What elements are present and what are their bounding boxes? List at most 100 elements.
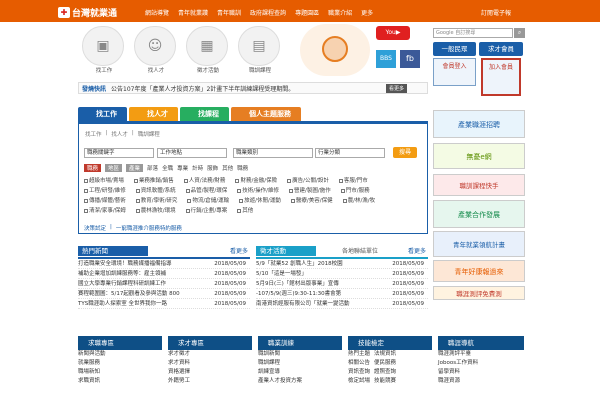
nav-item[interactable]: 青年就業讚 [178,8,208,17]
bottom-link[interactable]: 熱門主題 [348,350,370,359]
hero-find-job[interactable]: ▣ 找工作 [82,26,126,74]
bottom-link[interactable]: 產業人才投資方案 [258,377,342,386]
join-member-button[interactable]: 加入會員 [481,58,521,96]
employer-member-button[interactable]: 求才會員 [479,42,523,56]
events-more[interactable]: 看更多 [408,246,426,255]
bottom-block-certification: 技能檢定 熱門主題 相關公告 資訊查詢 檢定試場 法規資訊 便民服務 證照查詢 … [348,336,432,386]
quick-link[interactable]: 計時 [192,164,203,172]
quick-link[interactable]: 其他 [222,164,233,172]
news-more-button[interactable]: 看更多 [385,84,407,93]
quick-link[interactable]: 部落 [147,164,158,172]
search-button[interactable]: ⌕ [514,28,525,38]
list-item[interactable]: TYS職涯助人探索室 全世界我你一路 2018/05/09 [78,299,250,309]
nav-item[interactable]: 網站導覽 [145,8,169,17]
bottom-link[interactable]: 證照查詢 [374,368,396,377]
industry-select[interactable]: 行業分類 [315,148,385,158]
bottom-link[interactable]: 資訊查詢 [348,368,370,377]
site-logo[interactable]: ✚ 台灣就業通 [58,6,117,19]
tab-find-job[interactable]: 找工作 [78,107,127,121]
nav-item[interactable]: 青年職訓 [217,8,241,17]
bottom-link[interactable]: 職涯測評平臺 [438,350,524,359]
bottom-link[interactable]: 求職資訊 [78,377,162,386]
bottom-link[interactable]: 就業服務 [78,359,162,368]
bottom-link[interactable]: 新聞與活動 [78,350,162,359]
bottom-link[interactable]: 資格選擇 [168,368,252,377]
list-item[interactable]: 南港資訊經服有限公司「就業一變活動 2018/05/09 [256,299,428,309]
nav-item[interactable]: 政府課程查詢 [250,8,286,17]
bottom-link[interactable]: 職訓新聞 [258,350,342,359]
tab-find-talent[interactable]: 找人才 [129,107,178,121]
bottom-link[interactable]: 留學資料 [438,368,524,377]
hot-news-section: 熱門新聞 看更多 打造職業安全環境！職務媒播福備指導 2018/05/09 補助企… [78,246,250,309]
ad-banner[interactable]: 青年就業領航計畫 [433,231,525,257]
list-item[interactable]: 賽程範圍圖：5/17起觀看及參與活動 800 2018/05/09 [78,289,250,299]
list-item[interactable]: 國立大學專業行銷課程科研訓練工作 2018/05/09 [78,279,250,289]
bottom-link[interactable]: 技能競賽 [374,377,396,386]
nav-item[interactable]: 職業介紹 [328,8,352,17]
job-search-button[interactable]: 搜尋 [393,147,417,158]
list-item[interactable]: 5/10「這是一場發」 2018/05/09 [256,269,428,279]
ad-banner[interactable]: 職涯測評免費測 [433,286,525,300]
member-login-button[interactable]: 會員登入 [433,58,476,86]
subscribe-link[interactable]: 訂閱電子報 [481,8,511,17]
bottom-block-title: 職業訓練 [258,336,342,350]
quick-link[interactable]: 全職 [162,164,173,172]
ad-banner[interactable]: 產業職涯招聘 [433,110,525,138]
ad-banner[interactable]: 職訓課程快手 [433,174,525,196]
bottom-link[interactable]: 求才徵才 [168,350,252,359]
panel-links: 找工作 | 找人才 | 職訓課程 [85,130,160,138]
bottom-block-employer: 求才專區 求才徵才 求才資料 資格選擇 外籍勞工 [168,336,252,386]
decision-tip[interactable]: 決策試定 | 一窮職涯推介服務特約服務 [84,224,182,232]
hero-training[interactable]: ▤ 職訓課程 [238,26,282,74]
list-item[interactable]: -107/5/9(週三)9:30-11:30書會第 2018/05/09 [256,289,428,299]
list-item[interactable]: 補助企業增加訓練服務等：雇主領補 2018/05/09 [78,269,250,279]
mascot-face-icon [322,36,348,62]
bottom-link[interactable]: 訓練宣導 [258,368,342,377]
quick-link[interactable]: 職務 [237,164,248,172]
bottom-link[interactable]: 職場新知 [78,368,162,377]
ad-banner[interactable]: 無憂e網 [433,143,525,169]
area-select[interactable]: 工作地點 [157,148,227,158]
briefcase-icon: ▣ [82,26,124,66]
general-public-button[interactable]: 一般民眾 [433,42,476,56]
filter-job[interactable]: 職務 [84,164,102,172]
bottom-link[interactable]: 檢定試場 [348,377,370,386]
bbs-icon[interactable]: BBS [376,50,396,68]
bottom-link[interactable]: 便民服務 [374,359,396,368]
nav-item[interactable]: 專題園區 [295,8,319,17]
list-item[interactable]: 5月9日(三)「館材出版事業」宣傳 2018/05/09 [256,279,428,289]
tab-find-course[interactable]: 找課程 [180,107,229,121]
nav-item[interactable]: 更多 [361,8,373,17]
hero-find-talent[interactable]: ☺ 找人才 [134,26,178,74]
bottom-link[interactable]: Joboos工作資料 [438,359,524,368]
filter-industry[interactable]: 產業 [126,164,144,172]
job-search-panel: 找工作 | 找人才 | 職訓課程 職務關鍵字 工作地點 職業類別 行業分類 搜尋 職… [78,121,428,234]
news-text[interactable]: 公告107年度「產業人才投資方案」2計畫下半年訓練課程受理期間。 [111,84,294,93]
category-select[interactable]: 職業類別 [233,148,313,158]
list-item[interactable]: 5/9「就業52 創職人生」2018校園 2018/05/09 [256,259,428,269]
site-search-input[interactable]: Google 自訂搜尋 [433,28,513,38]
events-sub-link[interactable]: 各地聯結單位 [342,246,378,255]
bottom-link[interactable]: 求才資料 [168,359,252,368]
hero-job-events[interactable]: ▦ 徵才活動 [186,26,230,74]
hot-news-more[interactable]: 看更多 [230,246,248,255]
tab-personal-service[interactable]: 個人主題服務 [231,107,301,121]
bottom-link[interactable]: 外籍勞工 [168,377,252,386]
ad-banner[interactable]: 產業合作發展 [433,200,525,228]
quick-link[interactable]: 服飾 [207,164,218,172]
filter-area[interactable]: 地區 [105,164,123,172]
news-ticker: 發燒快訊 公告107年度「產業人才投資方案」2計畫下半年訓練課程受理期間。 看更… [78,82,428,94]
keyword-input[interactable]: 職務關鍵字 [84,148,154,158]
bottom-link[interactable]: 職涯資源 [438,377,524,386]
youtube-icon[interactable]: You▶ [376,26,410,40]
mascot-illustration [300,24,370,76]
bottom-link[interactable]: 法規資訊 [374,350,396,359]
list-item[interactable]: 打造職業安全環境！職務媒播福備指導 2018/05/09 [78,259,250,269]
bottom-link[interactable]: 職訓課程 [258,359,342,368]
quick-link[interactable]: 專業 [177,164,188,172]
category-checkboxes: 超級市場/賣場 業務推銷/銷售 人資/法務/財務 財務/金融/保險 廣告/公關/設計 客服… [84,176,422,218]
ad-banner[interactable]: 青年好康報過來 [433,260,525,282]
facebook-icon[interactable]: fb [400,50,420,68]
search-tabs: 找工作 找人才 找課程 個人主題服務 [78,107,301,121]
bottom-link[interactable]: 相關公告 [348,359,370,368]
